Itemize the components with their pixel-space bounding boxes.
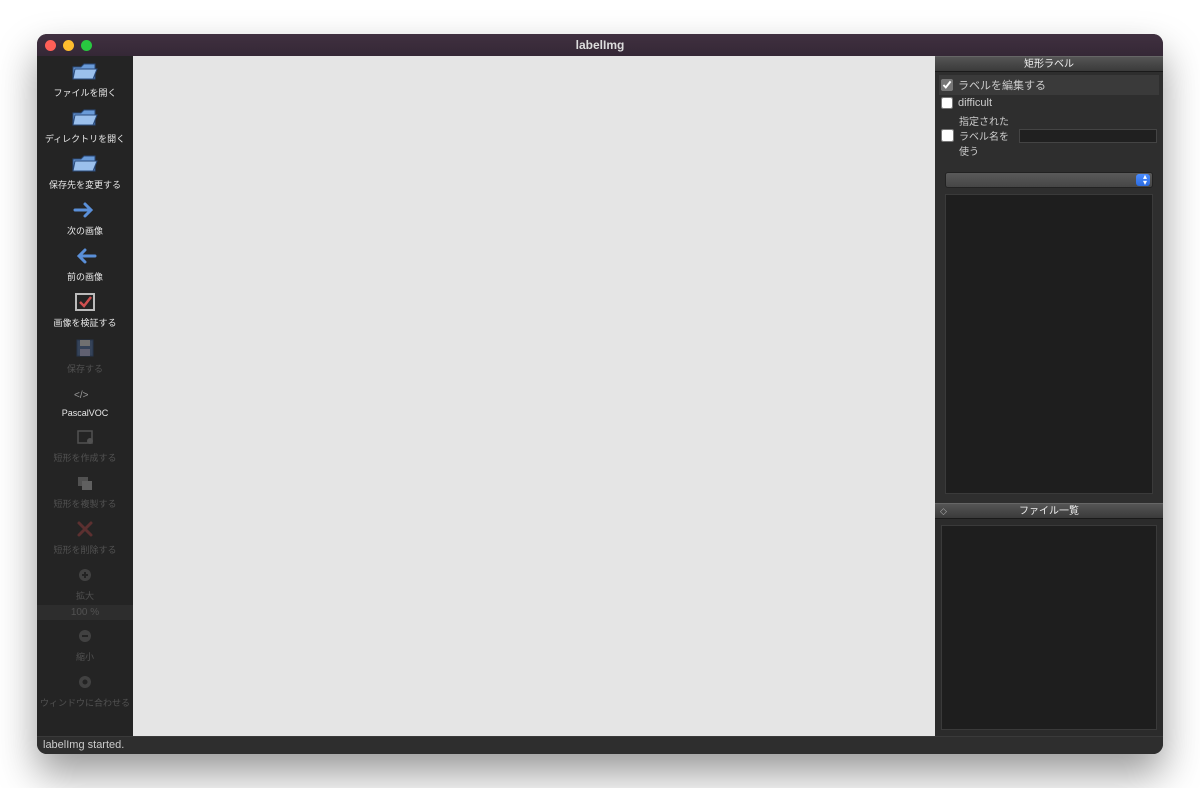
plus-circle-icon [71, 563, 99, 587]
file-list-title: ファイル一覧 [1019, 506, 1079, 517]
status-message: labelImg started. [43, 739, 124, 751]
open-dir-label: ディレクトリを開く [45, 132, 125, 145]
open-file-button[interactable]: ファイルを開く [37, 56, 133, 102]
default-label-checkbox[interactable] [941, 129, 954, 142]
rect-create-icon [71, 425, 99, 449]
window-title: labelImg [37, 38, 1163, 52]
labels-panel-body: ラベルを編集する difficult 指定されたラベル名を使う ▴▾ [935, 72, 1163, 503]
zoom-value-label: 100 % [71, 607, 99, 618]
zoom-out-label: 縮小 [76, 650, 94, 663]
svg-text:</>: </> [74, 390, 89, 401]
zoom-value-display: 100 % [37, 605, 133, 620]
prev-image-label: 前の画像 [67, 270, 103, 283]
verify-image-button[interactable]: 画像を検証する [37, 286, 133, 332]
rect-duplicate-icon [71, 471, 99, 495]
canvas-area[interactable] [133, 56, 935, 736]
folder-save-icon [71, 152, 99, 176]
panel-detach-icon[interactable]: ◇ [939, 507, 948, 516]
default-label-row: 指定されたラベル名を使う [939, 111, 1159, 160]
titlebar: labelImg [37, 34, 1163, 56]
duplicate-rect-label: 短形を複製する [53, 497, 116, 510]
minus-circle-icon [71, 624, 99, 648]
default-label-input[interactable] [1019, 129, 1157, 143]
create-rect-button: 短形を作成する [37, 421, 133, 467]
format-tag-icon: </> [71, 382, 99, 406]
folder-icon [71, 106, 99, 130]
change-save-dir-button[interactable]: 保存先を変更する [37, 148, 133, 194]
open-dir-button[interactable]: ディレクトリを開く [37, 102, 133, 148]
difficult-text: difficult [958, 97, 992, 109]
labels-panel-header: 矩形ラベル [935, 56, 1163, 72]
create-rect-label: 短形を作成する [53, 451, 116, 464]
left-toolbar: ファイルを開く ディレクトリを開く 保存先を [37, 56, 133, 736]
save-label: 保存する [67, 362, 103, 375]
fit-window-label: ウィンドウに合わせる [40, 696, 130, 709]
delete-x-icon [71, 517, 99, 541]
default-label-text: 指定されたラベル名を使う [959, 113, 1014, 158]
checkmark-icon [71, 290, 99, 314]
prev-image-button[interactable]: 前の画像 [37, 240, 133, 286]
app-window: labelImg ファイルを開く [37, 34, 1163, 754]
fit-window-icon [71, 670, 99, 694]
delete-rect-button: 短形を削除する [37, 513, 133, 559]
floppy-disk-icon [71, 336, 99, 360]
right-panels: 矩形ラベル ラベルを編集する difficult 指定されたラベル名を使う [935, 56, 1163, 736]
duplicate-rect-button: 短形を複製する [37, 467, 133, 513]
verify-image-label: 画像を検証する [53, 316, 116, 329]
zoom-in-label: 拡大 [76, 589, 94, 602]
file-list-header: ◇ ファイル一覧 [935, 503, 1163, 519]
difficult-checkbox[interactable] [941, 97, 953, 109]
next-image-label: 次の画像 [67, 224, 103, 237]
statusbar: labelImg started. [37, 736, 1163, 754]
difficult-row[interactable]: difficult [939, 95, 1159, 111]
zoom-in-button: 拡大 [37, 559, 133, 605]
zoom-out-button: 縮小 [37, 620, 133, 666]
open-file-label: ファイルを開く [53, 86, 116, 99]
edit-label-checkbox[interactable] [941, 79, 953, 91]
folder-open-icon [71, 60, 99, 84]
file-list[interactable] [941, 525, 1157, 730]
fit-window-button: ウィンドウに合わせる [37, 666, 133, 712]
format-label: PascalVOC [62, 408, 109, 418]
arrow-left-icon [71, 244, 99, 268]
label-combo[interactable]: ▴▾ [945, 172, 1153, 188]
edit-label-row[interactable]: ラベルを編集する [939, 75, 1159, 95]
labels-panel-title: 矩形ラベル [1024, 59, 1074, 70]
delete-rect-label: 短形を削除する [53, 543, 116, 556]
save-button: 保存する [37, 332, 133, 378]
format-button[interactable]: </> PascalVOC [37, 378, 133, 421]
edit-label-text: ラベルを編集する [958, 77, 1046, 93]
next-image-button[interactable]: 次の画像 [37, 194, 133, 240]
arrow-right-icon [71, 198, 99, 222]
change-save-dir-label: 保存先を変更する [49, 178, 121, 191]
file-list-panel: ◇ ファイル一覧 [935, 503, 1163, 736]
label-list[interactable] [945, 194, 1153, 494]
